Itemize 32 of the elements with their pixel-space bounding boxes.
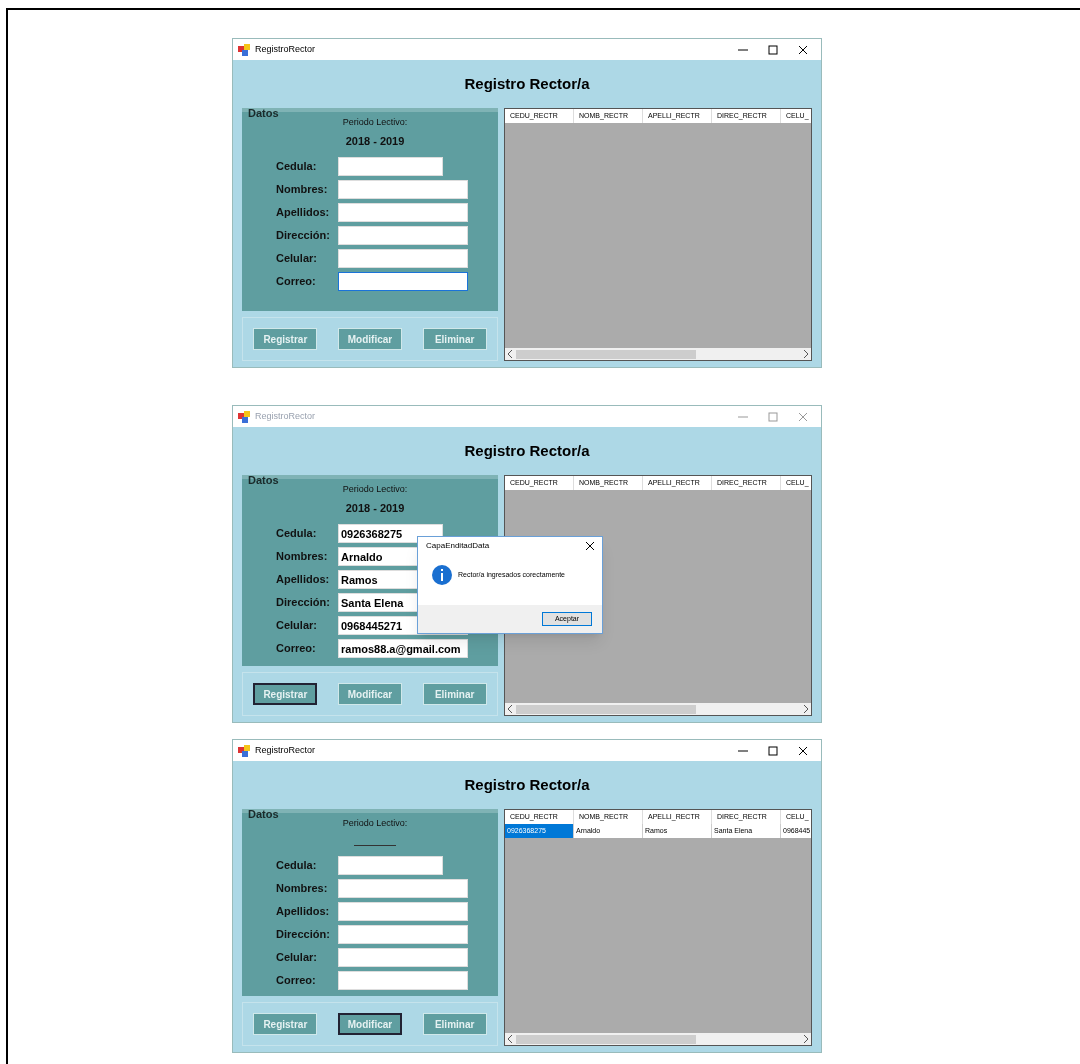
form-heading: Registro Rector/a	[464, 440, 590, 461]
field-label: Apellidos:	[276, 572, 331, 588]
field-label: Correo:	[276, 972, 317, 988]
field-label: Nombres:	[276, 182, 329, 198]
group-title: Datos	[248, 106, 279, 121]
window-title: RegistroRector	[255, 743, 316, 757]
field-label: Nombres:	[276, 880, 329, 896]
group-title: Datos	[248, 807, 279, 822]
field-label: Celular:	[276, 251, 318, 267]
field-label: Correo:	[276, 274, 317, 290]
field-label: Nombres:	[276, 549, 329, 565]
field-label: Apellidos:	[276, 903, 331, 919]
field-label: Cedula:	[276, 159, 318, 175]
period-label: Periodo Lectivo:	[342, 483, 408, 496]
field-label: Cedula:	[276, 857, 318, 873]
field-label: Dirección:	[276, 926, 331, 942]
window-title: RegistroRector	[255, 409, 316, 423]
form-heading: Registro Rector/a	[464, 774, 590, 795]
period-value: 2018 - 2019	[345, 133, 405, 149]
period-label: Periodo Lectivo:	[342, 817, 408, 830]
form-heading: Registro Rector/a	[464, 73, 590, 94]
field-label: Apellidos:	[276, 205, 331, 221]
field-label: Dirección:	[276, 228, 331, 244]
field-label: Dirección:	[276, 595, 331, 611]
group-title: Datos	[248, 473, 279, 488]
field-label: Celular:	[276, 618, 318, 634]
field-label: Correo:	[276, 641, 317, 657]
field-label: Cedula:	[276, 526, 318, 542]
field-label: Celular:	[276, 949, 318, 965]
window-title: RegistroRector	[255, 42, 316, 56]
period-label: Periodo Lectivo:	[342, 116, 408, 129]
period-value: 2018 - 2019	[345, 500, 405, 516]
